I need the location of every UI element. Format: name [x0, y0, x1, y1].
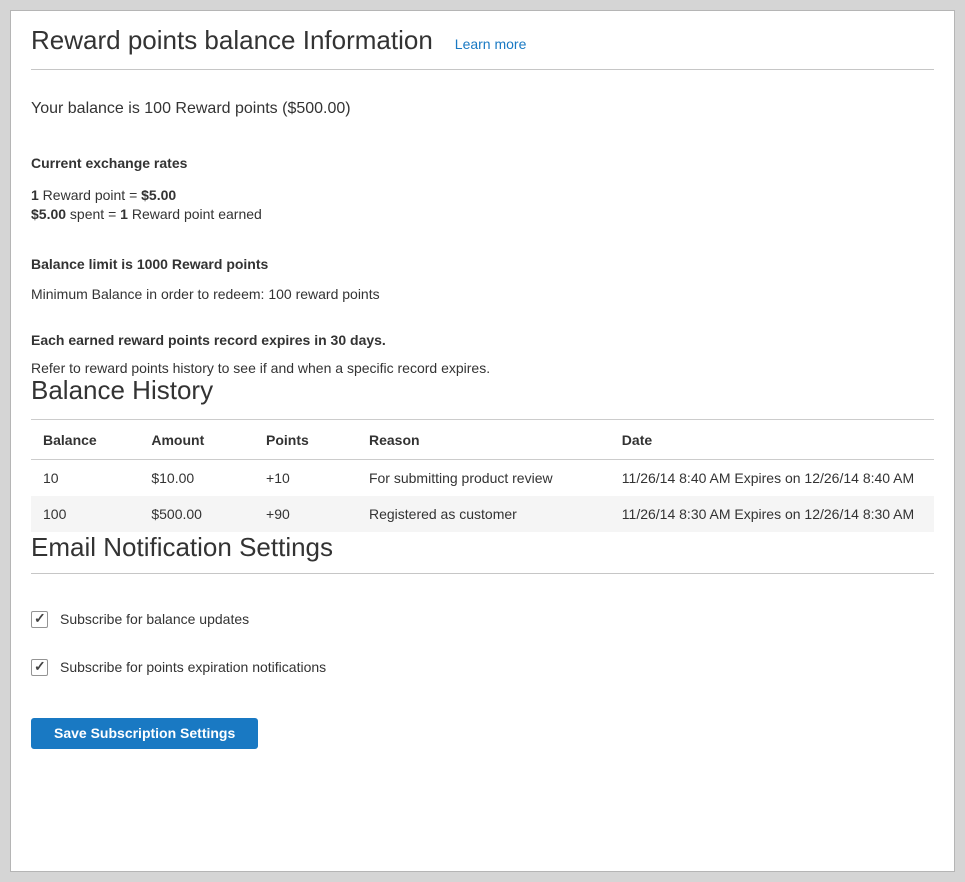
minimum-redeem-note: Minimum Balance in order to redeem: 100 …: [31, 287, 934, 301]
cell-reason: For submitting product review: [357, 459, 610, 496]
learn-more-link[interactable]: Learn more: [455, 36, 527, 52]
cell-balance: 100: [31, 496, 139, 532]
cell-reason: Registered as customer: [357, 496, 610, 532]
page-title: Reward points balance Information: [31, 24, 433, 57]
balance-updates-option: Subscribe for balance updates: [31, 611, 934, 628]
cell-points: +90: [254, 496, 357, 532]
expiry-heading: Each earned reward points record expires…: [31, 333, 934, 347]
exchange-rate-line-1: 1 Reward point = $5.00: [31, 187, 176, 203]
balance-limit-heading: Balance limit is 1000 Reward points: [31, 257, 934, 271]
cell-date: 11/26/14 8:30 AM Expires on 12/26/14 8:3…: [610, 496, 934, 532]
balance-history-heading: Balance History: [31, 375, 934, 406]
reward-points-card: Reward points balance Information Learn …: [10, 10, 955, 872]
header-divider: [31, 69, 934, 70]
cell-balance: 10: [31, 459, 139, 496]
balance-history-table: Balance Amount Points Reason Date 10 $10…: [31, 419, 934, 532]
column-header-points: Points: [254, 419, 357, 459]
exchange-rates-lines: 1 Reward point = $5.00 $5.00 spent = 1 R…: [31, 186, 934, 224]
save-subscription-settings-button[interactable]: Save Subscription Settings: [31, 718, 258, 749]
page-header: Reward points balance Information Learn …: [31, 24, 934, 57]
table-row: 10 $10.00 +10 For submitting product rev…: [31, 459, 934, 496]
column-header-balance: Balance: [31, 419, 139, 459]
points-expiration-checkbox[interactable]: [31, 659, 48, 676]
balance-summary: Your balance is 100 Reward points ($500.…: [31, 99, 934, 119]
column-header-amount: Amount: [139, 419, 254, 459]
points-expiration-option: Subscribe for points expiration notifica…: [31, 659, 934, 676]
exchange-rates-heading: Current exchange rates: [31, 156, 934, 170]
exchange-rate-line-2: $5.00 spent = 1 Reward point earned: [31, 206, 262, 222]
table-row: 100 $500.00 +90 Registered as customer 1…: [31, 496, 934, 532]
email-settings-divider: [31, 573, 934, 574]
cell-date: 11/26/14 8:40 AM Expires on 12/26/14 8:4…: [610, 459, 934, 496]
expiry-note: Refer to reward points history to see if…: [31, 361, 934, 375]
cell-points: +10: [254, 459, 357, 496]
points-expiration-label: Subscribe for points expiration notifica…: [60, 659, 326, 676]
column-header-date: Date: [610, 419, 934, 459]
email-settings-heading: Email Notification Settings: [31, 532, 934, 563]
cell-amount: $10.00: [139, 459, 254, 496]
balance-updates-checkbox[interactable]: [31, 611, 48, 628]
column-header-reason: Reason: [357, 419, 610, 459]
cell-amount: $500.00: [139, 496, 254, 532]
balance-updates-label: Subscribe for balance updates: [60, 611, 249, 628]
table-header-row: Balance Amount Points Reason Date: [31, 419, 934, 459]
